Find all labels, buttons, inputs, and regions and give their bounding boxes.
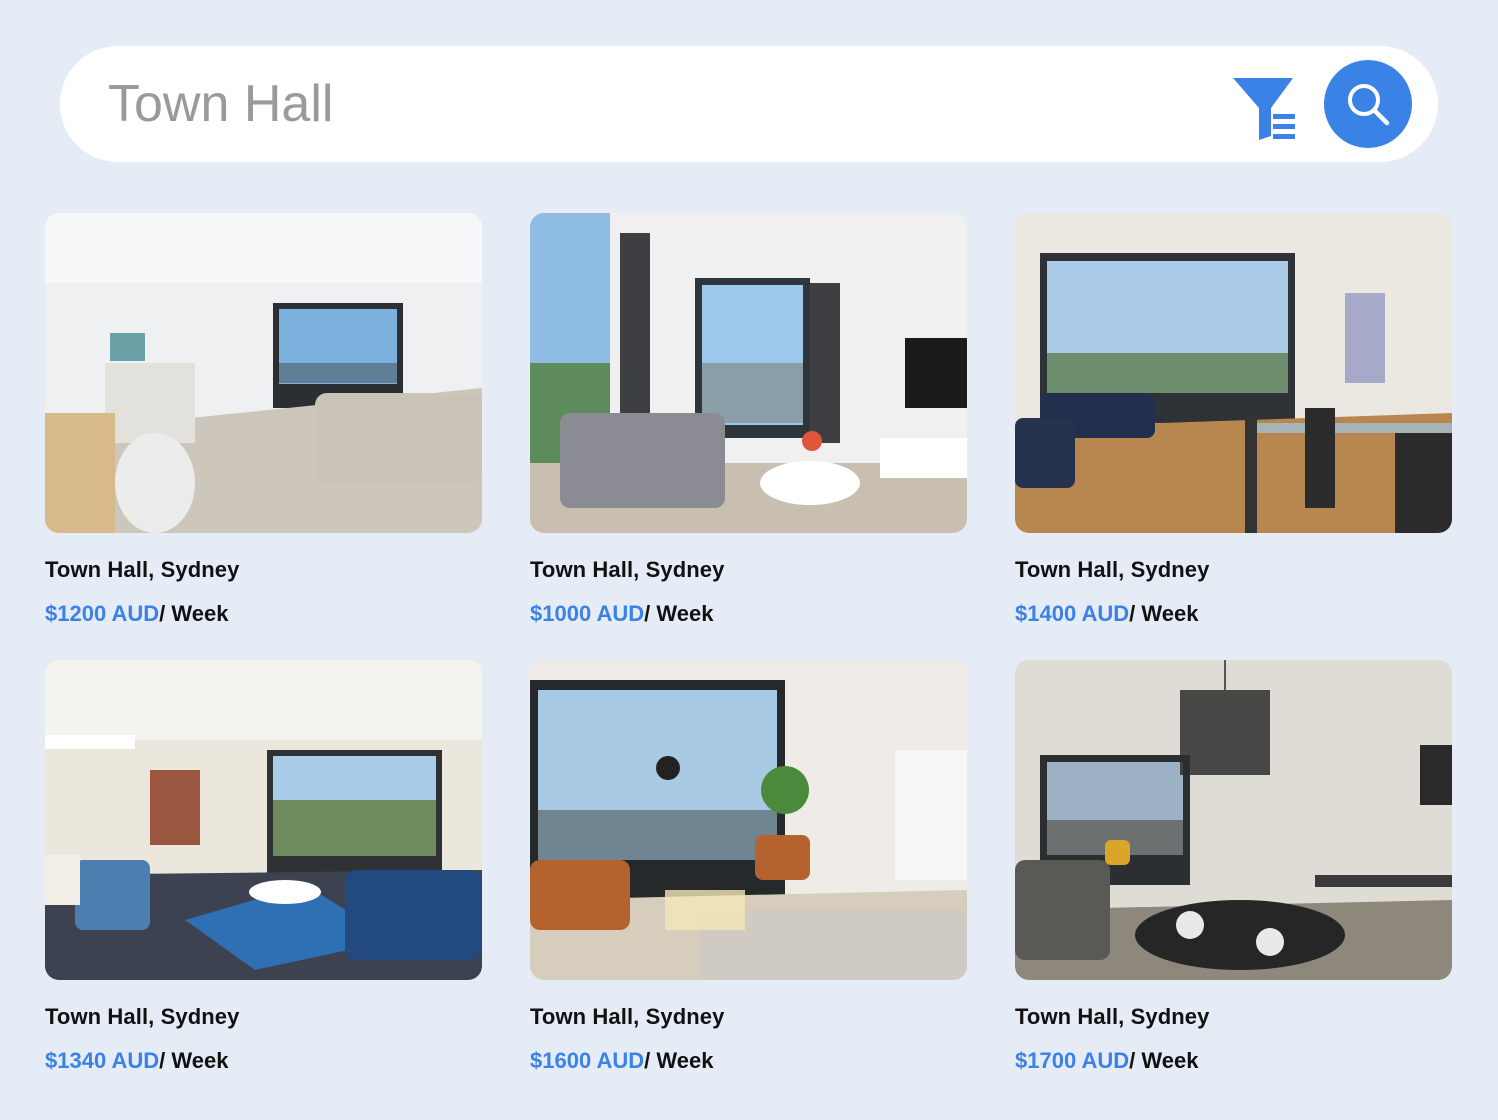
listing-price-line: $1400 AUD/ Week [1015,601,1452,627]
listing-photo[interactable] [530,660,967,980]
listing-location: Town Hall, Sydney [45,557,240,582]
listing-price-line: $1700 AUD/ Week [1015,1048,1452,1074]
search-input[interactable] [108,66,1208,142]
listing-photo[interactable] [1015,660,1452,980]
listing-location: Town Hall, Sydney [1015,1004,1210,1029]
filter-button[interactable] [1228,72,1300,144]
listing-period: / Week [159,601,229,626]
listing-card[interactable]: Town Hall, Sydney $1340 AUD/ Week [45,660,482,1074]
listing-price: $1400 AUD [1015,601,1130,626]
listing-location: Town Hall, Sydney [1015,557,1210,582]
listing-photo[interactable] [45,660,482,980]
listing-period: / Week [644,1048,714,1073]
listing-location: Town Hall, Sydney [530,1004,725,1029]
listing-period: / Week [159,1048,229,1073]
listing-price-line: $1000 AUD/ Week [530,601,967,627]
listing-price-line: $1340 AUD/ Week [45,1048,482,1074]
listing-price: $1200 AUD [45,601,160,626]
listing-price-line: $1200 AUD/ Week [45,601,482,627]
listing-period: / Week [1129,601,1199,626]
listing-price: $1000 AUD [530,601,645,626]
listing-card[interactable]: Town Hall, Sydney $1700 AUD/ Week [1015,660,1452,1074]
listing-card[interactable]: Town Hall, Sydney $1400 AUD/ Week [1015,213,1452,627]
search-button[interactable] [1324,60,1412,148]
listing-price: $1700 AUD [1015,1048,1130,1073]
search-icon [1348,84,1390,126]
listing-card[interactable]: Town Hall, Sydney $1000 AUD/ Week [530,213,967,627]
listing-photo[interactable] [45,213,482,533]
listing-period: / Week [644,601,714,626]
listing-price: $1340 AUD [45,1048,160,1073]
listing-card[interactable]: Town Hall, Sydney $1600 AUD/ Week [530,660,967,1074]
listing-location: Town Hall, Sydney [45,1004,240,1029]
listing-location: Town Hall, Sydney [530,557,725,582]
filter-icon [1233,78,1295,140]
listing-card[interactable]: Town Hall, Sydney $1200 AUD/ Week [45,213,482,627]
listing-photo[interactable] [530,213,967,533]
listing-price: $1600 AUD [530,1048,645,1073]
listing-price-line: $1600 AUD/ Week [530,1048,967,1074]
listing-photo[interactable] [1015,213,1452,533]
search-bar [60,46,1438,162]
page: Town Hall, Sydney $1200 AUD/ Week [0,0,1498,1120]
listing-period: / Week [1129,1048,1199,1073]
